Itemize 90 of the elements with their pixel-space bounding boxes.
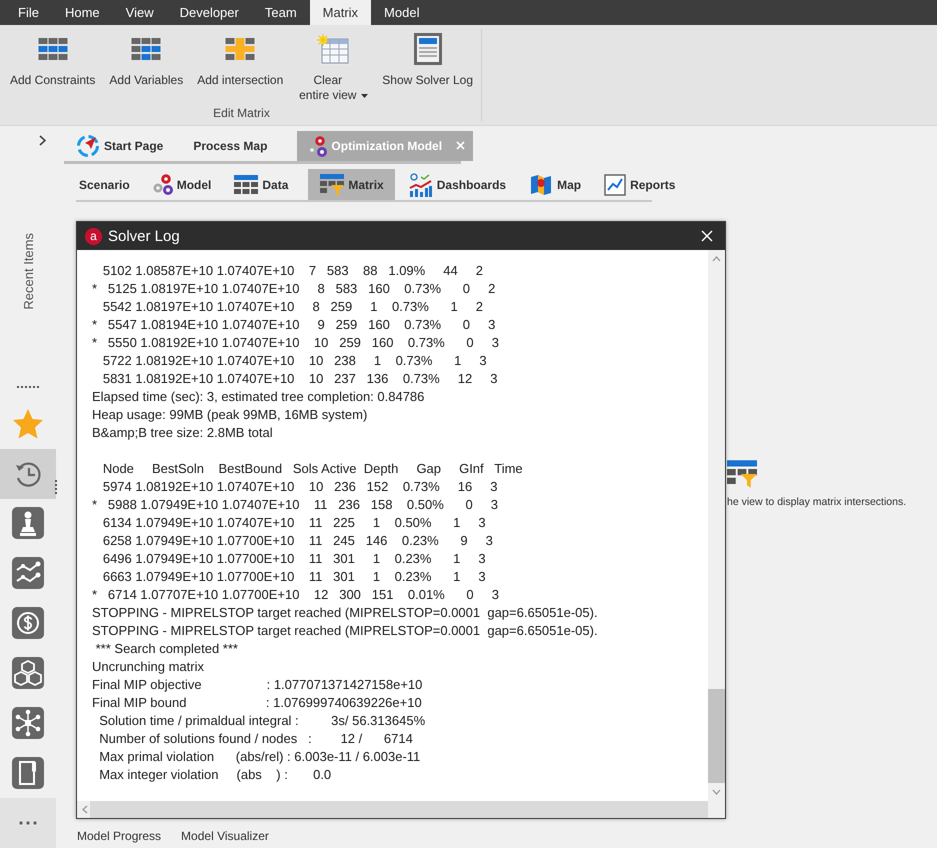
log-line: Final MIP bound : 1.076999740639226e+10: [92, 694, 423, 712]
menu-tab[interactable]: Model: [371, 0, 432, 25]
cubes-icon: [12, 657, 44, 690]
log-line: *** Search completed ***: [94, 640, 239, 658]
app-logo: a: [85, 228, 102, 244]
chess-piece-icon: [12, 507, 44, 540]
network-icon: [12, 707, 44, 740]
log-line: STOPPING - MIPRELSTOP target reached (MIPRELSTOP=0.0001 gap=6.65051e-05).: [92, 622, 599, 640]
grid-icon: [38, 38, 68, 60]
menu-tab[interactable]: Home: [52, 0, 113, 25]
bottom-tab[interactable]: Model Progress: [77, 828, 162, 842]
log-line: * 6714 1.07707E+10 1.07700E+10 12 300 151 0.01% 0 3: [92, 586, 500, 604]
log-line: Node BestSoln BestBound Sols Active Depth Gap GInf Time: [102, 460, 524, 478]
dialog-title: Solver Log: [108, 228, 181, 244]
log-line: STOPPING - MIPRELSTOP target reached (MIPRELSTOP=0.0001 gap=6.65051e-05).: [92, 604, 599, 622]
chevron-left-icon: [82, 805, 88, 814]
recent-items-label[interactable]: Recent Items: [20, 232, 36, 310]
dots-icon: [17, 386, 39, 389]
document-icon: [414, 33, 442, 65]
chevron-right-icon: [39, 135, 46, 146]
log-line: * 5125 1.08197E+10 1.07407E+10 8 583 160 0.73% 0 2: [92, 280, 496, 298]
log-line: Elapsed time (sec): 3, estimated tree completion: 0.84786: [92, 388, 426, 406]
sidebar-item[interactable]: [0, 448, 56, 498]
log-line: 5722 1.08192E+10 1.07407E+10 10 238 1 0.73% 1 3: [102, 352, 488, 370]
section-tab[interactable]: Model: [150, 169, 220, 200]
log-line: Solution time / primaldual integral : 3s/ 56.313645%: [98, 712, 426, 730]
section-tab[interactable]: Scenario: [76, 169, 139, 200]
hint-text: he view to display matrix intersections.: [727, 496, 908, 508]
ribbon-button[interactable]: Add intersection: [193, 29, 288, 106]
ribbon-button[interactable]: Show Solver Log: [378, 29, 478, 106]
log-line: B&amp;B tree size: 2.8MB total: [92, 424, 274, 442]
log-line: Final MIP objective : 1.077071371427158e+10: [92, 676, 424, 694]
log-line: 5102 1.08587E+10 1.07407E+10 7 583 88 1.09% 44 2: [102, 262, 484, 280]
section-tab[interactable]: Dashboards: [406, 169, 516, 200]
chevron-up-icon: [712, 256, 721, 262]
menu-tab[interactable]: File: [5, 0, 52, 25]
splitter-grip-icon: [55, 480, 58, 494]
gears-icon: [152, 174, 173, 195]
group-label: Edit Matrix: [213, 106, 270, 120]
section-tab[interactable]: Data: [231, 169, 298, 200]
line-chart-icon: [12, 557, 44, 590]
history-icon: [14, 460, 42, 488]
dollar-icon: [12, 607, 44, 640]
vertical-scrollbar[interactable]: [708, 250, 725, 801]
menu-tab[interactable]: Developer: [166, 0, 252, 25]
star-icon: [12, 408, 44, 440]
grid-icon: [131, 38, 162, 60]
section-tab[interactable]: Reports: [601, 169, 684, 200]
log-line: Uncrunching matrix: [92, 658, 205, 676]
log-line: 5831 1.08192E+10 1.07407E+10 10 237 136 0.73% 12 3: [102, 370, 498, 388]
line-chart-icon: [604, 174, 626, 196]
log-line: Max primal violation (abs/rel) : 6.003e-11 / 6.003e-11: [98, 748, 422, 766]
menu-tab[interactable]: Team: [252, 0, 310, 25]
ribbon-button[interactable]: Add Variables: [105, 29, 188, 106]
section-tab[interactable]: Matrix: [308, 169, 395, 200]
ribbon-button[interactable]: Add Constraints: [6, 29, 100, 106]
log-line: * 5550 1.08192E+10 1.07407E+10 10 259 160 0.73% 0 3: [92, 334, 500, 352]
menu-tab[interactable]: Matrix: [310, 0, 372, 25]
ribbon-button[interactable]: Clear entire view: [293, 29, 372, 106]
menu-tab[interactable]: View: [112, 0, 167, 25]
log-line: Heap usage: 99MB (peak 99MB, 16MB system): [92, 406, 368, 424]
close-icon: [701, 230, 713, 242]
document-tab[interactable]: Start Page: [76, 131, 174, 161]
log-line: 6496 1.07949E+10 1.07700E+10 11 301 1 0.23% 1 3: [102, 550, 487, 568]
bottom-tab[interactable]: Model Visualizer: [181, 828, 269, 842]
notebook-icon: [12, 757, 44, 790]
gears-icon: [307, 136, 328, 156]
log-line: 5542 1.08197E+10 1.07407E+10 8 259 1 0.73% 1 2: [102, 298, 484, 316]
log-line: 6134 1.07949E+10 1.07407E+10 11 225 1 0.50% 1 3: [102, 514, 487, 532]
scrollbar-corner: [708, 801, 725, 818]
table-funnel-icon: [727, 460, 757, 488]
log-line: * 5547 1.08194E+10 1.07407E+10 9 259 160 0.73% 0 3: [92, 316, 496, 334]
chart-icon: [408, 172, 433, 196]
chevron-down-icon: [712, 789, 721, 795]
table-funnel-icon: [320, 174, 344, 196]
section-tab[interactable]: Map: [526, 169, 590, 200]
more-icon: [19, 821, 37, 826]
document-tab[interactable]: Process Map: [193, 131, 278, 161]
table-icon: [234, 174, 258, 194]
grid-plus-icon: [225, 38, 256, 60]
scroll-thumb[interactable]: [708, 689, 725, 783]
compass-icon: [76, 134, 100, 158]
log-line: * 5988 1.07949E+10 1.07407E+10 11 236 158 0.50% 0 3: [92, 496, 499, 514]
log-line: 6663 1.07949E+10 1.07700E+10 11 301 1 0.23% 1 3: [102, 568, 487, 586]
log-line: Number of solutions found / nodes : 12 / 6714: [98, 730, 414, 748]
log-line: 5974 1.08192E+10 1.07407E+10 10 236 152 0.73% 16 3: [102, 478, 498, 496]
log-line: Max integer violation (abs ) : 0.0: [98, 766, 332, 784]
log-line: 6258 1.07949E+10 1.07700E+10 11 245 146 0.23% 9 3: [102, 532, 494, 550]
table-icon: [316, 34, 349, 64]
map-icon: [529, 172, 554, 196]
